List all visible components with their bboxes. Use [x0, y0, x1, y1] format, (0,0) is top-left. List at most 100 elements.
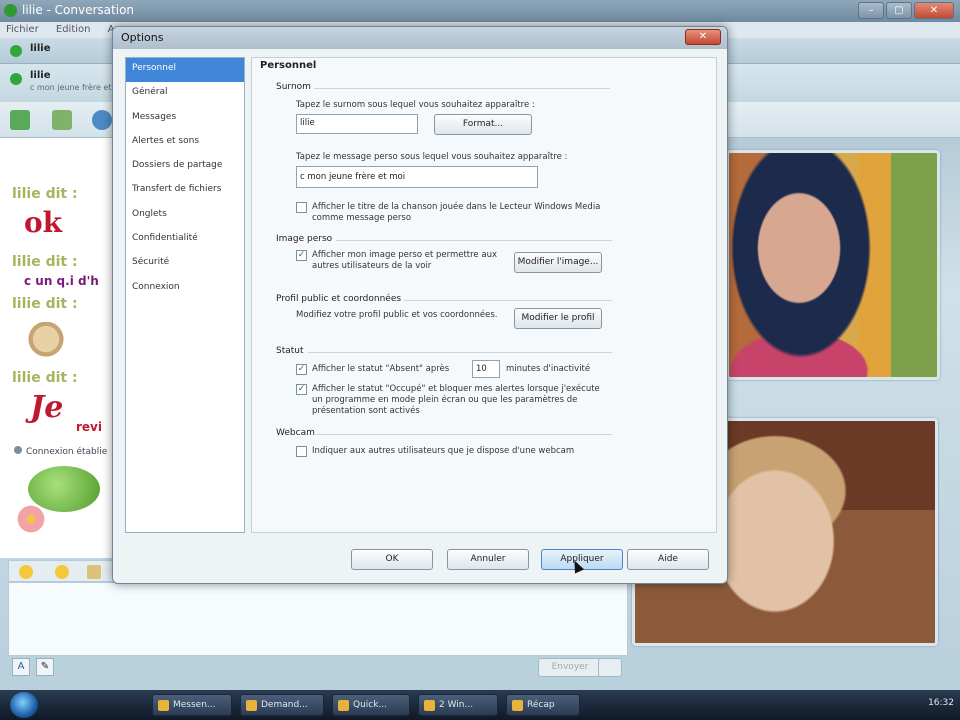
flower-decoration-icon — [14, 502, 48, 536]
start-button-icon[interactable] — [10, 692, 38, 718]
message-author: lilie dit : — [12, 254, 78, 270]
media-title-checkbox[interactable] — [296, 202, 307, 213]
invite-contact-icon[interactable] — [10, 110, 30, 130]
nav-item-connexion[interactable]: Connexion — [126, 277, 244, 301]
display-picture-checkbox[interactable]: ✓ — [296, 250, 307, 261]
options-content-pane: Personnel Surnom Tapez le surnom sous le… — [251, 57, 717, 533]
taskbar-item[interactable]: Demand... — [240, 694, 324, 716]
online-status-icon — [10, 73, 22, 85]
group-divider — [316, 434, 612, 435]
group-label-surnom: Surnom — [276, 82, 311, 92]
busy-status-checkbox[interactable]: ✓ — [296, 384, 307, 395]
taskbar-item[interactable]: 2 Win... — [418, 694, 498, 716]
format-button[interactable]: Format... — [434, 114, 532, 135]
message-author: lilie dit : — [12, 296, 78, 312]
handwriting-icon[interactable]: ✎ — [36, 658, 54, 676]
busy-status-label-line1: Afficher le statut "Occupé" et bloquer m… — [312, 384, 600, 394]
online-status-icon — [10, 45, 22, 57]
window-controls: – ▢ ✕ — [858, 2, 954, 19]
webcam-label: Indiquer aux autres utilisateurs que je … — [312, 446, 575, 456]
media-title-label-line1: Afficher le titre de la chanson jouée da… — [312, 202, 601, 212]
message-text: c un q.i d'h — [24, 274, 99, 288]
message-text: Je — [30, 390, 64, 425]
options-nav-list: Personnel Général Messages Alertes et so… — [125, 57, 245, 533]
psm-instruction: Tapez le message perso sous lequel vous … — [296, 152, 568, 162]
group-divider — [314, 88, 610, 89]
nav-item-onglets[interactable]: Onglets — [126, 204, 244, 228]
away-minutes-input[interactable]: 10 — [472, 360, 500, 378]
nav-item-alertes[interactable]: Alertes et sons — [126, 131, 244, 155]
share-files-icon[interactable] — [52, 110, 72, 130]
emoticon-picker-icon[interactable] — [19, 565, 33, 579]
nav-item-general[interactable]: Général — [126, 82, 244, 106]
search-icon[interactable] — [598, 658, 622, 677]
change-picture-button[interactable]: Modifier l'image... — [514, 252, 602, 273]
puppy-emoticon-icon — [26, 322, 66, 360]
connection-status: Connexion établie — [14, 446, 107, 457]
dialog-titlebar: Options ✕ — [113, 27, 727, 49]
options-dialog: Options ✕ Personnel Général Messages Ale… — [112, 26, 728, 584]
main-window-titlebar: lilie - Conversation – ▢ ✕ — [0, 0, 960, 22]
message-author: lilie dit : — [12, 186, 78, 202]
close-icon[interactable]: ✕ — [685, 29, 721, 45]
away-status-label: Afficher le statut "Absent" après — [312, 364, 450, 374]
help-button[interactable]: Aide — [627, 549, 709, 570]
messenger-icon — [4, 4, 17, 17]
display-picture-label-line2: autres utilisateurs de la voir — [312, 261, 432, 271]
taskbar-item[interactable]: Récap — [506, 694, 580, 716]
font-icon[interactable]: A — [12, 658, 30, 676]
media-title-label: Afficher le titre de la chanson jouée da… — [312, 202, 600, 224]
maximize-button[interactable]: ▢ — [886, 2, 912, 19]
nav-item-transfert[interactable]: Transfert de fichiers — [126, 179, 244, 203]
away-status-checkbox[interactable]: ✓ — [296, 364, 307, 375]
surnom-instruction: Tapez le surnom sous lequel vous souhait… — [296, 100, 535, 110]
contact-webcam-video — [726, 150, 940, 380]
surnom-input[interactable]: lilie — [296, 114, 418, 134]
display-picture-label: Afficher mon image perso et permettre au… — [312, 250, 497, 272]
nav-item-personnel[interactable]: Personnel — [126, 58, 244, 83]
background-picker-icon[interactable] — [87, 565, 101, 579]
webcam-checkbox[interactable] — [296, 446, 307, 457]
edit-profile-button[interactable]: Modifier le profil — [514, 308, 602, 329]
minimize-button[interactable]: – — [858, 2, 884, 19]
message-text: ok — [24, 206, 63, 239]
busy-status-label-line2: un programme en mode plein écran ou que … — [312, 395, 578, 405]
taskbar: Messen... Demand... Quick... 2 Win... Ré… — [0, 690, 960, 720]
media-title-label-line2: comme message perso — [312, 213, 412, 223]
personal-message-input[interactable]: c mon jeune frère et moi — [296, 166, 538, 188]
dialog-title: Options — [121, 31, 164, 44]
message-trailing-text: revi — [76, 420, 102, 434]
message-author: lilie dit : — [12, 370, 78, 386]
connection-icon — [14, 446, 22, 454]
section-title: Personnel — [260, 60, 317, 71]
wink-picker-icon[interactable] — [55, 565, 69, 579]
video-call-icon[interactable] — [92, 110, 112, 130]
taskbar-item[interactable]: Quick... — [332, 694, 410, 716]
group-label-image-perso: Image perso — [276, 234, 333, 244]
group-divider — [336, 240, 612, 241]
taskbar-item[interactable]: Messen... — [152, 694, 232, 716]
nav-item-dossiers[interactable]: Dossiers de partage — [126, 155, 244, 179]
cancel-button[interactable]: Annuler — [447, 549, 529, 570]
nav-item-messages[interactable]: Messages — [126, 107, 244, 131]
connection-status-text: Connexion établie — [26, 447, 108, 457]
group-label-statut: Statut — [276, 346, 304, 356]
nav-item-confidentialite[interactable]: Confidentialité — [126, 228, 244, 252]
profile-instruction: Modifiez votre profil public et vos coor… — [296, 310, 498, 320]
menu-edition[interactable]: Edition — [56, 24, 91, 35]
nav-item-securite[interactable]: Sécurité — [126, 252, 244, 276]
contact-tab-name: lilie — [30, 43, 51, 54]
busy-status-label: Afficher le statut "Occupé" et bloquer m… — [312, 384, 600, 417]
display-picture-label-line1: Afficher mon image perso et permettre au… — [312, 250, 497, 260]
group-divider — [404, 300, 612, 301]
busy-status-label-line3: présentation sont activés — [312, 406, 420, 416]
input-bottom-tools: A ✎ Envoyer — [8, 658, 960, 680]
ok-button[interactable]: OK — [351, 549, 433, 570]
send-button[interactable]: Envoyer — [538, 658, 602, 677]
menu-fichier[interactable]: Fichier — [6, 24, 39, 35]
group-label-profil: Profil public et coordonnées — [276, 294, 402, 304]
message-input[interactable] — [8, 582, 628, 656]
away-minutes-label: minutes d'inactivité — [506, 364, 591, 374]
system-clock: 16:32 — [928, 698, 954, 708]
close-window-button[interactable]: ✕ — [914, 2, 954, 19]
